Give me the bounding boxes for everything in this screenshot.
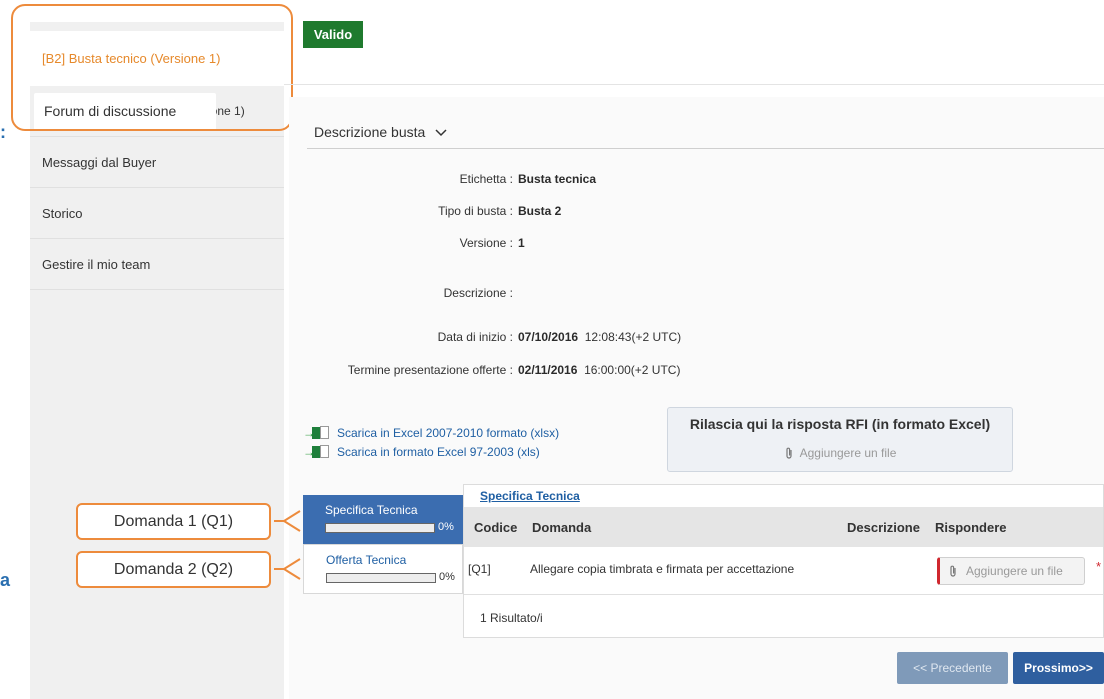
chevron-down-icon — [435, 129, 447, 137]
download-xls-label: Scarica in formato Excel 97-2003 (xls) — [337, 445, 540, 459]
required-marker: * — [1096, 559, 1102, 574]
rfi-dropzone[interactable]: Rilascia qui la risposta RFI (in formato… — [667, 407, 1013, 472]
field-value-data-inizio: 07/10/2016 12:08:43(+2 UTC) — [518, 330, 682, 344]
callout-q2: Domanda 2 (Q2) — [76, 551, 271, 588]
progress-label: 0% — [438, 521, 454, 533]
description-header: Descrizione busta — [314, 124, 426, 140]
excel-download-icon: → — [303, 426, 333, 440]
field-label-etichetta: Etichetta : — [459, 172, 513, 186]
sidebar-item-storico[interactable]: Storico — [30, 188, 284, 239]
field-value-etichetta: Busta tecnica — [518, 172, 597, 186]
callout-arrow-icon — [274, 558, 301, 580]
highlight-frame — [11, 4, 293, 131]
callout-q1: Domanda 1 (Q1) — [76, 503, 271, 540]
column-header-codice: Codice — [474, 520, 518, 535]
field-label-descrizione: Descrizione : — [443, 286, 513, 300]
table-row: [Q1] Allegare copia timbrata e firmata p… — [464, 547, 1103, 595]
question-panel-title[interactable]: Specifica Tecnica — [480, 489, 580, 503]
field-label-versione: Versione : — [459, 236, 513, 250]
divider — [307, 148, 1104, 149]
progress-bar — [325, 523, 435, 533]
previous-button[interactable]: << Precedente — [897, 652, 1008, 684]
download-xlsx-link[interactable]: → Scarica in Excel 2007-2010 formato (xl… — [303, 426, 559, 440]
download-xlsx-label: Scarica in Excel 2007-2010 formato (xlsx… — [337, 426, 560, 440]
callout-arrow-icon — [274, 510, 301, 532]
edge-fragment-colon: : — [0, 122, 6, 142]
question-panel: Specifica Tecnica Codice Domanda Descriz… — [463, 484, 1104, 638]
table-header: Codice Domanda Descrizione Rispondere — [464, 507, 1103, 547]
edge-fragment-letter: a — [0, 570, 11, 590]
column-header-descrizione: Descrizione — [847, 520, 920, 535]
progress-bar — [326, 573, 436, 583]
field-value-termine: 02/11/2016 16:00:00(+2 UTC) — [518, 363, 681, 377]
field-value-tipo: Busta 2 — [518, 204, 562, 218]
divider — [284, 84, 1104, 85]
field-label-data-inizio: Data di inizio : — [437, 330, 513, 344]
tab-label: Offerta Tecnica — [326, 553, 407, 567]
field-label-termine: Termine presentazione offerte : — [347, 363, 513, 377]
paperclip-icon — [950, 565, 956, 577]
question-text: Allegare copia timbrata e firmata per ac… — [530, 562, 795, 576]
progress-label: 0% — [439, 571, 455, 583]
tab-specifica-tecnica[interactable]: Specifica Tecnica 0% — [303, 495, 463, 544]
download-xls-link[interactable]: → Scarica in formato Excel 97-2003 (xls) — [303, 445, 540, 459]
paperclip-icon — [786, 447, 792, 459]
field-value-versione: 1 — [518, 236, 525, 250]
sidebar-item-label: Messaggi dal Buyer — [42, 154, 157, 170]
rfi-title: Rilascia qui la risposta RFI (in formato… — [689, 416, 991, 432]
attach-file-button[interactable]: Aggiungere un file — [937, 557, 1085, 585]
tab-label: Specifica Tecnica — [325, 503, 418, 517]
tab-offerta-tecnica[interactable]: Offerta Tecnica 0% — [303, 544, 463, 594]
rfi-add-file[interactable]: Aggiungere un file — [668, 446, 1012, 460]
description-toggle[interactable]: Descrizione busta — [314, 124, 447, 140]
next-button[interactable]: Prossimo>> — [1013, 652, 1104, 684]
sidebar-item-label: Gestire il mio team — [42, 256, 151, 272]
question-code: [Q1] — [468, 562, 491, 576]
sidebar-item-team[interactable]: Gestire il mio team — [30, 239, 284, 290]
sidebar-item-label: Storico — [42, 205, 83, 221]
excel-download-icon: → — [303, 445, 333, 459]
field-label-tipo: Tipo di busta : — [438, 204, 513, 218]
column-header-domanda: Domanda — [532, 520, 592, 535]
status-badge: Valido — [303, 21, 363, 48]
sidebar-item-messaggi[interactable]: Messaggi dal Buyer — [30, 137, 284, 188]
column-header-rispondere: Rispondere — [935, 520, 1007, 535]
result-count: 1 Risultato/i — [480, 611, 543, 625]
